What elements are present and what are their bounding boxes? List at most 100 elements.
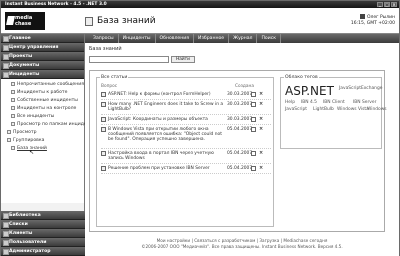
delete-icon[interactable]: × [259, 117, 263, 122]
tree-item[interactable]: Собственные инциденты [1, 97, 84, 105]
tree-item-knowledge-base[interactable]: База знаний ↖ [1, 145, 84, 156]
tree-item[interactable]: Просмотр по папкам инцидентов [1, 121, 98, 129]
search-input[interactable] [89, 56, 169, 63]
minimize-button[interactable]: _ [377, 2, 383, 7]
book-icon [11, 145, 15, 150]
sidebar-section-documents[interactable]: Документы [1, 61, 84, 70]
expand-icon [7, 129, 11, 134]
delete-icon[interactable]: × [259, 166, 263, 171]
find-button[interactable]: Найти [171, 56, 195, 63]
window-title: Instant Business Network - 4.5 - .NET 3.… [5, 2, 107, 7]
article-icon [101, 166, 106, 171]
edit-icon[interactable] [251, 102, 256, 107]
tab-search[interactable]: Поиск [257, 34, 282, 43]
edit-icon[interactable] [251, 117, 256, 122]
folder-icon [11, 113, 15, 118]
edit-icon[interactable] [251, 92, 256, 97]
article-title[interactable]: Настройка входа в портал IBN через учетн… [108, 151, 226, 161]
tag-link[interactable]: ASP.NET [285, 84, 334, 98]
tree-item[interactable]: Инциденты к работе [1, 89, 84, 97]
mouse-cursor-icon: ↖ [29, 149, 35, 156]
tab-incidents[interactable]: Инциденты [119, 34, 156, 43]
knowledge-base-icon [85, 17, 93, 26]
tab-log[interactable]: Журнал [229, 34, 258, 43]
close-button[interactable]: × [391, 2, 397, 7]
articles-header: Вопрос Создана [101, 84, 271, 89]
sidebar-section-library[interactable]: Библиотека [1, 211, 85, 220]
top-tabs: Запросы Инциденты Обновления Избранное Ж… [85, 34, 399, 43]
folder-icon [11, 89, 15, 94]
footer: Мои настройки | Связаться с разработчико… [85, 238, 399, 250]
folder-icon [11, 81, 15, 86]
tag-link[interactable]: LightBulb [313, 107, 334, 112]
sidebar-section-projects[interactable]: Проекты [1, 52, 84, 61]
article-row: JavaScript: Координаты и размеры объекта… [101, 117, 271, 125]
app-header: media chase База знаний Олег Рылин 16:15… [1, 8, 399, 34]
tree-item-label: Собственные инциденты [17, 98, 78, 103]
expand-icon [7, 137, 11, 142]
tag-link[interactable]: IBN Client [323, 100, 345, 105]
article-date: 05.04.2007 [227, 151, 253, 156]
tree-item[interactable]: Просмотр [1, 129, 84, 137]
tag-link[interactable]: JavaScript [339, 86, 361, 91]
tab-requests[interactable]: Запросы [89, 34, 119, 43]
articles-box: Все статьи Вопрос Создана ASP.NET: Help … [96, 75, 274, 227]
article-icon [101, 117, 106, 122]
sidebar-section-lists[interactable]: Списки [1, 220, 85, 229]
tag-link[interactable]: Windows [367, 107, 387, 112]
article-title[interactable]: Решение проблем при установке IBN Server [108, 166, 226, 171]
maximize-button[interactable]: □ [384, 2, 390, 7]
footer-copyright: ©2006-2007 ООО "Медиачейз". Все права за… [141, 244, 343, 249]
article-date: 30.03.2007 [227, 117, 253, 122]
tree-item[interactable]: Непрочитанные сообщения [1, 81, 84, 89]
tree-item[interactable]: Все инциденты [1, 113, 84, 121]
user-name[interactable]: Олег Рылин [367, 15, 395, 20]
article-title[interactable]: JavaScript: Координаты и размеры объекта [108, 117, 226, 122]
delete-icon[interactable]: × [259, 102, 263, 107]
tag-link[interactable]: Help [285, 100, 295, 105]
tag-link[interactable]: IBN Server [353, 100, 376, 105]
tree-item-label: Инциденты на контроле [17, 106, 77, 111]
section-title: База знаний [89, 46, 122, 52]
tree-item[interactable]: Инциденты на контроле [1, 105, 84, 113]
folder-icon [11, 105, 15, 110]
tree-item[interactable]: Группировка [1, 137, 84, 145]
tag-link[interactable]: IBN 4.5 [301, 100, 317, 105]
tag-link[interactable]: JavaScript [285, 107, 307, 112]
article-row: ASP.NET: Help к формы (контрол FormHelpe… [101, 92, 271, 100]
page-title: База знаний [97, 16, 156, 26]
sidebar-section-control-center[interactable]: Центр управления [1, 43, 84, 52]
article-icon [101, 92, 106, 97]
edit-icon[interactable] [251, 166, 256, 171]
logo: media chase [5, 12, 45, 30]
col-created[interactable]: Создана [235, 84, 254, 89]
delete-icon[interactable]: × [259, 151, 263, 156]
user-icon [360, 14, 365, 19]
col-question[interactable]: Вопрос [101, 84, 117, 89]
tag-link[interactable]: Windows Vista [337, 107, 369, 112]
sidebar-section-clients[interactable]: Клиенты [1, 229, 85, 238]
article-icon [101, 102, 106, 107]
article-date: 05.04.2007 [227, 166, 253, 171]
delete-icon[interactable]: × [259, 92, 263, 97]
user-info: Олег Рылин 16:15, GMT +02:00 [351, 14, 395, 27]
article-title[interactable]: How many .NET Engineers does it take to … [108, 102, 226, 112]
tree-item-label: Все инциденты [17, 114, 55, 119]
article-title[interactable]: ASP.NET: Help к формы (контрол FormHelpe… [108, 92, 226, 97]
sidebar-section-main[interactable]: Главное [1, 34, 84, 43]
sidebar-section-admin[interactable]: Администратор [1, 247, 85, 256]
tag-link[interactable]: Exchange [361, 86, 382, 91]
tag-cloud-caption: Облако тегов [284, 75, 319, 80]
edit-icon[interactable] [251, 127, 256, 132]
tab-updates[interactable]: Обновления [156, 34, 195, 43]
content-panel: Все статьи Вопрос Создана ASP.NET: Help … [89, 70, 387, 232]
delete-icon[interactable]: × [259, 127, 263, 132]
sidebar-section-incidents[interactable]: Инциденты [1, 70, 84, 79]
window-controls: _ □ × [377, 2, 397, 7]
edit-icon[interactable] [251, 151, 256, 156]
tab-favorites[interactable]: Избранное [194, 34, 230, 43]
article-title[interactable]: В Windows Vista при открытии любого окна… [108, 127, 226, 142]
incidents-tree: Непрочитанные сообщения Инциденты к рабо… [1, 79, 98, 203]
sidebar-section-users[interactable]: Пользователи [1, 238, 85, 247]
tag-cloud: Облако тегов ASP.NET JavaScript Exchange… [280, 75, 387, 149]
